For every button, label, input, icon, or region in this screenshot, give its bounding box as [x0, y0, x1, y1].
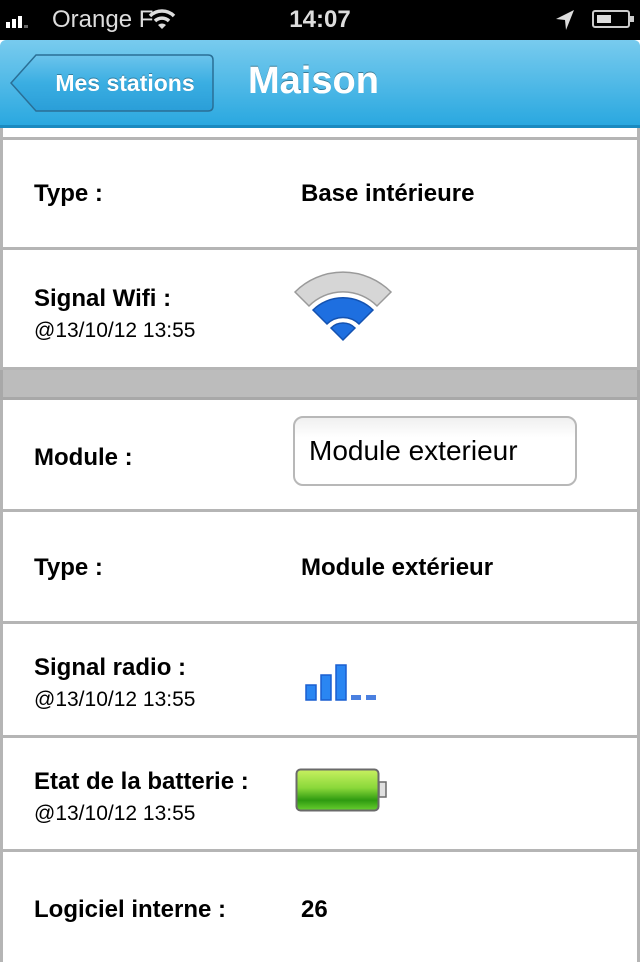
location-arrow-icon	[556, 10, 574, 30]
back-button[interactable]: Mes stations	[10, 54, 214, 112]
radio-signal-label: Signal radio :	[34, 654, 187, 681]
row-firmware: Logiciel interne : 26	[0, 852, 640, 962]
row-module-select: Module : Module exterieur	[0, 400, 640, 512]
module-type-value: Module extérieur	[301, 554, 494, 581]
base-type-label: Type :	[34, 180, 103, 207]
module-select[interactable]: Module exterieur	[293, 416, 577, 486]
wifi-signal-level-icon	[293, 271, 393, 342]
firmware-value: 26	[301, 896, 328, 923]
station-details-list: Type : Base intérieure Signal Wifi : @13…	[0, 128, 640, 962]
battery-icon	[592, 10, 634, 28]
module-type-label: Type :	[34, 554, 103, 581]
section-separator	[0, 370, 640, 400]
navigation-bar: Mes stations Maison	[0, 40, 640, 128]
wifi-signal-label: Signal Wifi :	[34, 285, 172, 312]
row-battery-state: Etat de la batterie : @13/10/12 13:55	[0, 738, 640, 852]
wifi-signal-timestamp: @13/10/12 13:55	[34, 319, 196, 342]
battery-level-icon	[295, 768, 387, 812]
battery-state-timestamp: @13/10/12 13:55	[34, 802, 196, 825]
row-module-type: Type : Module extérieur	[0, 512, 640, 624]
radio-signal-timestamp: @13/10/12 13:55	[34, 688, 196, 711]
status-bar: Orange F 14:07	[0, 0, 640, 40]
row-radio-signal: Signal radio : @13/10/12 13:55	[0, 624, 640, 738]
battery-state-label: Etat de la batterie :	[34, 768, 249, 795]
clock: 14:07	[289, 6, 351, 33]
base-type-value: Base intérieure	[301, 180, 475, 207]
row-wifi-signal: Signal Wifi : @13/10/12 13:55	[0, 250, 640, 370]
module-label: Module :	[34, 444, 133, 471]
list-top-edge	[0, 128, 640, 140]
back-button-label: Mes stations	[55, 70, 195, 96]
row-base-type: Type : Base intérieure	[0, 140, 640, 250]
firmware-label: Logiciel interne :	[34, 896, 227, 923]
radio-signal-level-icon	[305, 664, 376, 701]
page-title: Maison	[248, 60, 379, 102]
